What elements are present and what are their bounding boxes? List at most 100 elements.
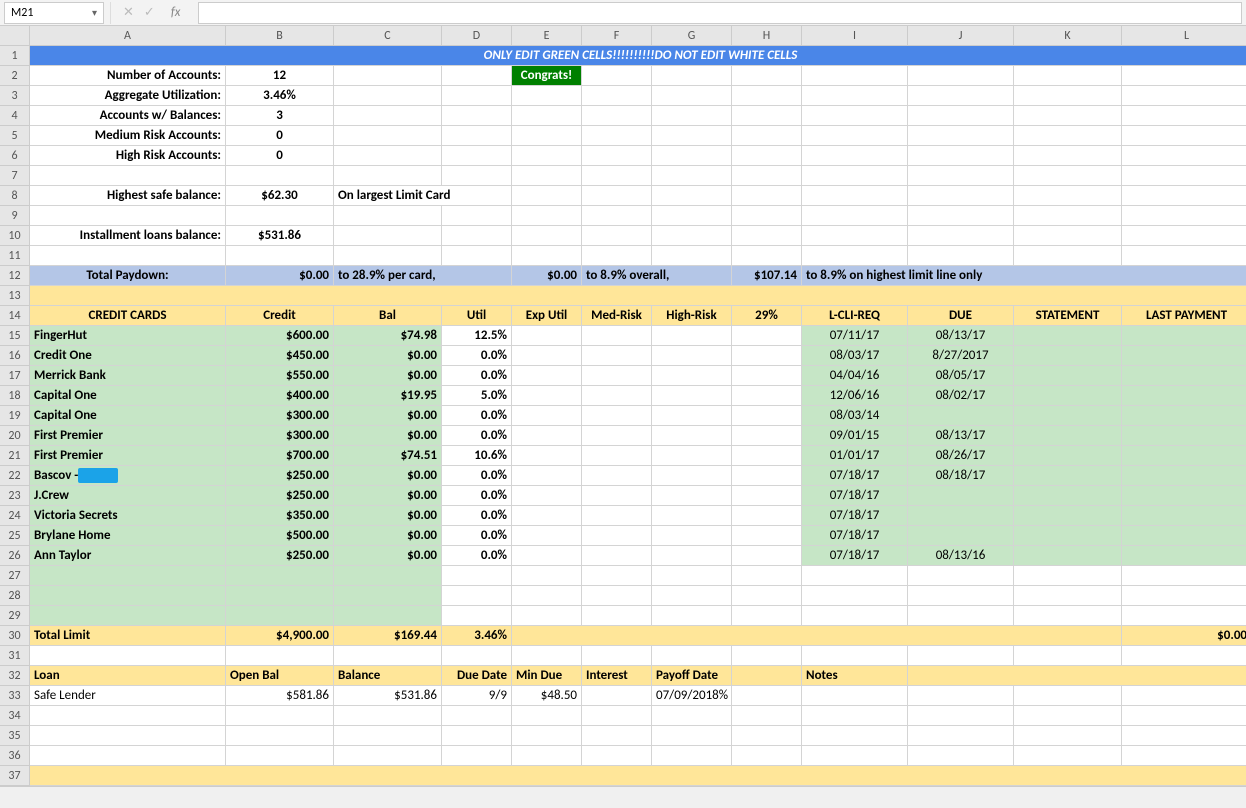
total-spacer[interactable]: [512, 626, 1122, 646]
card-last[interactable]: [1122, 366, 1246, 386]
card-last[interactable]: [1122, 326, 1246, 346]
card-lcli[interactable]: 04/04/16: [802, 366, 908, 386]
cell[interactable]: [908, 706, 1014, 726]
card-due[interactable]: [908, 506, 1014, 526]
cell[interactable]: [908, 746, 1014, 766]
cell[interactable]: [442, 106, 512, 126]
col-head-L[interactable]: L: [1122, 26, 1246, 46]
cell[interactable]: [732, 706, 802, 726]
cell[interactable]: [582, 86, 652, 106]
card-due[interactable]: [908, 526, 1014, 546]
cell[interactable]: [652, 226, 732, 246]
col-head-I[interactable]: I: [802, 26, 908, 46]
loan-hdr-notes[interactable]: Notes: [802, 666, 908, 686]
loan-hdr-due[interactable]: Due Date: [442, 666, 512, 686]
paydown-v3[interactable]: $107.14: [732, 266, 802, 286]
empty[interactable]: [334, 566, 442, 586]
cell[interactable]: [442, 746, 512, 766]
card-util[interactable]: 0.0%: [442, 346, 512, 366]
card-due[interactable]: 08/13/17: [908, 326, 1014, 346]
cell[interactable]: [334, 746, 442, 766]
card-util[interactable]: 12.5%: [442, 326, 512, 346]
cell[interactable]: [582, 726, 652, 746]
cell[interactable]: [908, 566, 1014, 586]
cell[interactable]: [512, 246, 582, 266]
cell[interactable]: [442, 66, 512, 86]
cell[interactable]: [582, 346, 652, 366]
card-bal[interactable]: $0.00: [334, 546, 442, 566]
card-credit[interactable]: $250.00: [226, 486, 334, 506]
cell[interactable]: [334, 726, 442, 746]
cell[interactable]: [802, 726, 908, 746]
card-util[interactable]: 0.0%: [442, 466, 512, 486]
cell[interactable]: [652, 706, 732, 726]
paydown-t2[interactable]: to 8.9% overall,: [582, 266, 732, 286]
formula-input[interactable]: [198, 2, 1242, 24]
card-due[interactable]: [908, 406, 1014, 426]
cell[interactable]: [1014, 146, 1122, 166]
cell[interactable]: [802, 126, 908, 146]
cell[interactable]: [1014, 706, 1122, 726]
row-head-30[interactable]: 30: [0, 626, 30, 646]
hdr-lcli[interactable]: L-CLI-REQ: [802, 306, 908, 326]
card-last[interactable]: [1122, 526, 1246, 546]
cell[interactable]: [1014, 226, 1122, 246]
cell[interactable]: [512, 526, 582, 546]
cell[interactable]: [652, 146, 732, 166]
cell[interactable]: [582, 746, 652, 766]
loan-min[interactable]: $48.50: [512, 686, 582, 706]
cell[interactable]: [512, 326, 582, 346]
cell[interactable]: [652, 246, 732, 266]
cell[interactable]: [802, 686, 908, 706]
card-last[interactable]: [1122, 506, 1246, 526]
card-last[interactable]: [1122, 346, 1246, 366]
hdr-29[interactable]: 29%: [732, 306, 802, 326]
cell[interactable]: [1122, 646, 1246, 666]
cell[interactable]: [652, 126, 732, 146]
cell[interactable]: [802, 586, 908, 606]
card-name[interactable]: Bascov - xxxxxx: [30, 466, 226, 486]
row-head-17[interactable]: 17: [0, 366, 30, 386]
cell[interactable]: [1014, 566, 1122, 586]
card-stmt[interactable]: [1014, 326, 1122, 346]
card-name[interactable]: Capital One: [30, 386, 226, 406]
card-stmt[interactable]: [1014, 386, 1122, 406]
hdr-exputil[interactable]: Exp Util: [512, 306, 582, 326]
cell[interactable]: [732, 66, 802, 86]
row-head-3[interactable]: 3: [0, 86, 30, 106]
cell[interactable]: [908, 126, 1014, 146]
cell[interactable]: [652, 586, 732, 606]
cell[interactable]: [1122, 106, 1246, 126]
summary-label[interactable]: High Risk Accounts:: [30, 146, 226, 166]
summary-value[interactable]: 0: [226, 126, 334, 146]
cell[interactable]: [582, 366, 652, 386]
loan-hdr-payoff[interactable]: Payoff Date: [652, 666, 732, 686]
row-head-13[interactable]: 13: [0, 286, 30, 306]
loan-name[interactable]: Safe Lender: [30, 686, 226, 706]
card-credit[interactable]: $300.00: [226, 406, 334, 426]
cell[interactable]: [1122, 166, 1246, 186]
cell[interactable]: [732, 486, 802, 506]
cell[interactable]: [442, 166, 512, 186]
card-due[interactable]: 08/18/17: [908, 466, 1014, 486]
cell[interactable]: [582, 426, 652, 446]
card-last[interactable]: [1122, 406, 1246, 426]
card-stmt[interactable]: [1014, 506, 1122, 526]
row-head-33[interactable]: 33: [0, 686, 30, 706]
empty[interactable]: [30, 566, 226, 586]
cell[interactable]: [226, 246, 334, 266]
cell[interactable]: [802, 646, 908, 666]
card-bal[interactable]: $0.00: [334, 346, 442, 366]
cell[interactable]: [512, 386, 582, 406]
cell[interactable]: [1122, 606, 1246, 626]
cell[interactable]: [908, 586, 1014, 606]
row-head-1[interactable]: 1: [0, 46, 30, 66]
cell[interactable]: [334, 246, 442, 266]
cell[interactable]: [512, 606, 582, 626]
card-util[interactable]: 0.0%: [442, 426, 512, 446]
summary-label[interactable]: Medium Risk Accounts:: [30, 126, 226, 146]
cell[interactable]: [1014, 246, 1122, 266]
hdr-util[interactable]: Util: [442, 306, 512, 326]
summary-label[interactable]: Aggregate Utilization:: [30, 86, 226, 106]
cell[interactable]: [802, 206, 908, 226]
